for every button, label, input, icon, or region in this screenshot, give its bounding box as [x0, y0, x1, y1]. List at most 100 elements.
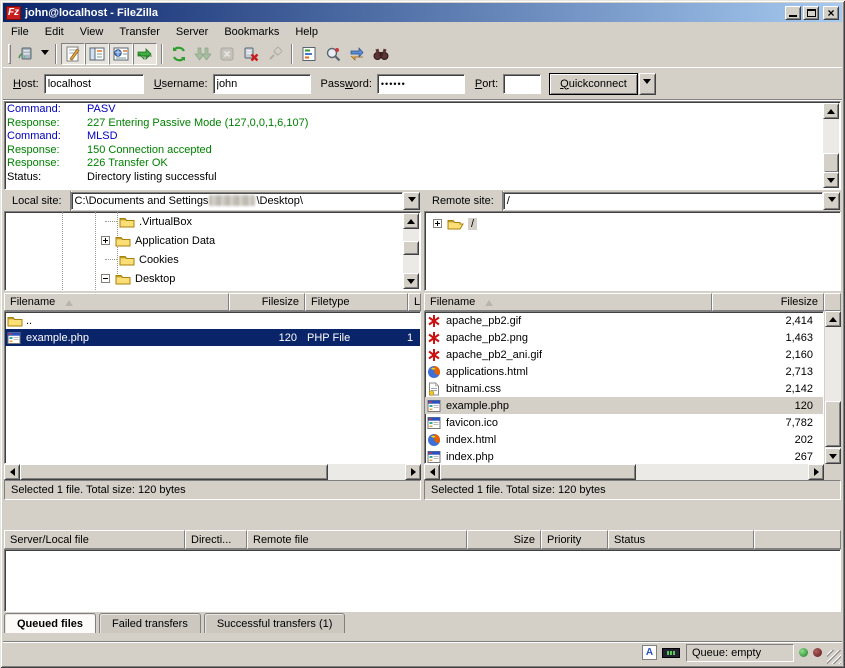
- scroll-down-button[interactable]: [403, 273, 419, 289]
- tab-failed-transfers[interactable]: Failed transfers: [99, 613, 201, 633]
- disconnect-icon[interactable]: [239, 43, 263, 65]
- file-row-parent-dir[interactable]: ..: [5, 312, 420, 329]
- process-queue-icon[interactable]: [191, 43, 215, 65]
- scroll-up-button[interactable]: [403, 213, 419, 229]
- queue-column-local-file[interactable]: Server/Local file: [4, 530, 185, 549]
- file-row-example-php[interactable]: example.php 120 PHP File 1: [5, 329, 420, 346]
- transfer-type-icon[interactable]: A: [642, 645, 657, 660]
- directory-comparison-icon[interactable]: [321, 43, 345, 65]
- tree-item-virtualbox[interactable]: .VirtualBox: [105, 212, 192, 231]
- file-row[interactable]: index.php 267: [425, 448, 823, 464]
- toggle-transfer-queue-icon[interactable]: [133, 43, 157, 65]
- local-path-combobox[interactable]: C:\Documents and Settings\Desktop\: [71, 192, 403, 210]
- expand-icon[interactable]: [433, 219, 442, 228]
- column-header-lastmodified[interactable]: L: [408, 293, 421, 311]
- scroll-thumb[interactable]: [20, 464, 328, 480]
- menu-help[interactable]: Help: [287, 24, 326, 40]
- file-row[interactable]: apache_pb2.png 1,463: [425, 329, 823, 346]
- remote-vertical-scrollbar[interactable]: [825, 311, 841, 464]
- file-row[interactable]: index.html 202: [425, 431, 823, 448]
- remote-directory-tree[interactable]: /: [424, 211, 841, 291]
- file-row[interactable]: favicon.ico 7,782: [425, 414, 823, 431]
- local-horizontal-scrollbar[interactable]: [4, 464, 421, 480]
- column-header-filename[interactable]: Filename: [424, 293, 712, 311]
- menu-edit[interactable]: Edit: [37, 24, 72, 40]
- username-input[interactable]: [213, 74, 311, 94]
- column-header-filesize[interactable]: Filesize: [229, 293, 305, 311]
- toggle-local-tree-icon[interactable]: [85, 43, 109, 65]
- remote-path-combobox[interactable]: /: [503, 192, 823, 210]
- menu-view[interactable]: View: [72, 24, 112, 40]
- menu-bookmarks[interactable]: Bookmarks: [216, 24, 287, 40]
- local-path-dropdown[interactable]: [403, 192, 420, 210]
- scroll-right-button[interactable]: [405, 464, 421, 480]
- scroll-up-button[interactable]: [825, 311, 841, 327]
- local-directory-tree[interactable]: .VirtualBox Application Data Cookies Des…: [4, 211, 421, 291]
- scroll-thumb[interactable]: [823, 153, 839, 173]
- scroll-left-button[interactable]: [4, 464, 20, 480]
- queue-column-priority[interactable]: Priority: [541, 530, 608, 549]
- quickconnect-button[interactable]: Quickconnect: [549, 73, 638, 95]
- site-manager-dropdown-icon[interactable]: [38, 43, 51, 65]
- tab-successful-transfers[interactable]: Successful transfers (1): [204, 613, 346, 633]
- toggle-remote-tree-icon[interactable]: [109, 43, 133, 65]
- site-manager-icon[interactable]: [14, 43, 38, 65]
- toolbar-grip[interactable]: [8, 44, 11, 64]
- collapse-icon[interactable]: [101, 274, 110, 283]
- quickconnect-dropdown[interactable]: [639, 73, 656, 95]
- file-row-selected[interactable]: example.php 120: [425, 397, 823, 414]
- queue-column-status[interactable]: Status: [608, 530, 754, 549]
- column-header-filename[interactable]: Filename: [4, 293, 229, 311]
- scroll-up-button[interactable]: [823, 103, 839, 119]
- find-files-icon[interactable]: [369, 43, 393, 65]
- scroll-left-button[interactable]: [424, 464, 440, 480]
- menu-file[interactable]: File: [3, 24, 37, 40]
- scroll-down-button[interactable]: [823, 172, 839, 188]
- tree-item-root[interactable]: /: [433, 214, 477, 233]
- file-row[interactable]: apache_pb2.gif 2,414: [425, 312, 823, 329]
- menu-server[interactable]: Server: [168, 24, 216, 40]
- column-header-filetype[interactable]: Filetype: [305, 293, 408, 311]
- resize-grip[interactable]: [827, 650, 841, 664]
- title-bar[interactable]: Fz john@localhost - FileZilla ×: [3, 3, 842, 22]
- cancel-icon[interactable]: [215, 43, 239, 65]
- toggle-message-log-icon[interactable]: [61, 43, 85, 65]
- port-input[interactable]: [503, 74, 541, 94]
- local-file-list[interactable]: .. example.php 120 PHP File 1: [4, 311, 421, 464]
- queue-column-direction[interactable]: Directi...: [185, 530, 247, 549]
- local-tree-vertical-scrollbar[interactable]: [403, 213, 419, 289]
- listing-filters-icon[interactable]: [297, 43, 321, 65]
- tree-item-application-data[interactable]: Application Data: [101, 231, 215, 250]
- password-input[interactable]: [377, 74, 465, 94]
- scroll-thumb[interactable]: [440, 464, 636, 480]
- remote-horizontal-scrollbar[interactable]: [424, 464, 824, 480]
- column-header-filesize[interactable]: Filesize: [712, 293, 824, 311]
- expand-icon[interactable]: [101, 236, 110, 245]
- remote-file-list[interactable]: apache_pb2.gif 2,414 apache_pb2.png 1,46…: [424, 311, 824, 464]
- file-row[interactable]: applications.html 2,713: [425, 363, 823, 380]
- queue-column-remote-file[interactable]: Remote file: [247, 530, 467, 549]
- close-button[interactable]: ×: [823, 6, 839, 20]
- scroll-thumb[interactable]: [403, 241, 419, 255]
- refresh-icon[interactable]: [167, 43, 191, 65]
- menu-transfer[interactable]: Transfer: [111, 24, 168, 40]
- host-input[interactable]: [44, 74, 144, 94]
- scroll-down-button[interactable]: [825, 448, 841, 464]
- speed-limit-icon[interactable]: [662, 648, 680, 658]
- reconnect-icon[interactable]: [263, 43, 287, 65]
- file-row[interactable]: apache_pb2_ani.gif 2,160: [425, 346, 823, 363]
- maximize-button[interactable]: [803, 6, 819, 20]
- tab-queued-files[interactable]: Queued files: [4, 613, 96, 633]
- tree-item-cookies[interactable]: Cookies: [105, 250, 179, 269]
- file-row[interactable]: bitnami.css 2,142: [425, 380, 823, 397]
- remote-path-dropdown[interactable]: [823, 192, 840, 210]
- log-vertical-scrollbar[interactable]: [823, 103, 839, 188]
- scroll-right-button[interactable]: [808, 464, 824, 480]
- minimize-button[interactable]: [785, 6, 801, 20]
- tree-item-desktop[interactable]: Desktop: [101, 269, 175, 288]
- scroll-thumb[interactable]: [825, 401, 841, 447]
- quickconnect-bar: Host: Username: Password: Port: Quickcon…: [3, 68, 842, 100]
- queue-list-body[interactable]: [4, 549, 841, 612]
- queue-column-size[interactable]: Size: [467, 530, 541, 549]
- synchronized-browsing-icon[interactable]: [345, 43, 369, 65]
